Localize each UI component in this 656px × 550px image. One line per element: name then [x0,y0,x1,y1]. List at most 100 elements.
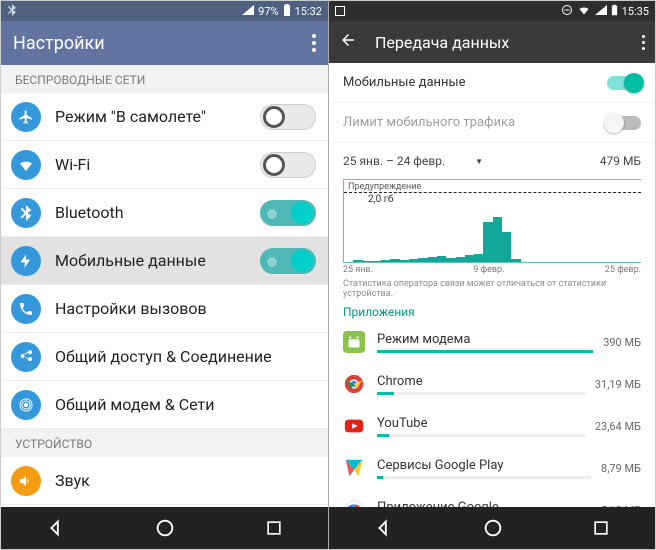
section-device: УСТРОЙСТВО [1,429,328,457]
battery-icon [283,4,291,19]
battery-pct: 97% [258,5,278,18]
dropdown-icon: ▼ [475,157,483,166]
bluetooth-icon [11,198,41,228]
apps-header: Приложения [343,305,641,319]
mobile-data-switch[interactable] [607,76,641,90]
recents-button[interactable] [264,518,284,538]
toolbar-title: Передача данных [375,33,509,52]
axis-tick: 9 февр. [473,265,504,275]
period-amount: 479 МБ [600,154,641,168]
app-name: YouTube [377,416,585,431]
page-title: Настройки [13,33,105,54]
row-airplane[interactable]: Режим "В самолете" [1,93,328,141]
row-label: Bluetooth [55,203,260,222]
toolbar: Передача данных [329,21,655,63]
warning-label: Предупреждение [348,182,421,192]
wifi-icon [11,150,41,180]
recents-button[interactable] [591,518,611,538]
row-wifi[interactable]: Wi-Fi [1,141,328,189]
row-label: Режим "В самолете" [55,107,260,126]
status-time: 15:35 [622,5,649,18]
airplane-icon [11,102,41,132]
app-icon [343,415,365,437]
period-range: 25 янв. – 24 февр. [343,154,445,168]
mobile-data-toggle-row[interactable]: Мобильные данные [329,63,655,103]
app-name: Chrome [377,374,585,389]
warning-line[interactable]: Предупреждение 2,0 гб [344,192,641,193]
overflow-menu-icon[interactable] [312,34,316,52]
app-row[interactable]: Режим модема 390 МБ [329,321,655,363]
row-sound[interactable]: Звук [1,457,328,505]
row-label: Звук [55,471,316,490]
app-size: 8,79 МБ [601,462,641,475]
app-icon [343,331,365,353]
tether-icon [11,390,41,420]
wifi-switch[interactable] [260,152,316,178]
status-time: 15:32 [295,5,322,18]
app-row[interactable]: YouTube 23,64 МБ [329,405,655,447]
row-bluetooth[interactable]: Bluetooth [1,189,328,237]
row-label: Общий модем & Сети [55,395,316,414]
back-button[interactable] [373,517,395,539]
row-label: Мобильные данные [55,251,260,270]
app-usage-bar [377,434,585,437]
mobile-data-icon [11,246,41,276]
operator-note: Статистика оператора связи может отличат… [343,279,641,299]
screenshot-icon [335,6,345,16]
app-row[interactable]: Сервисы Google Play 8,79 МБ [329,447,655,489]
airplane-switch[interactable] [260,104,316,130]
app-icon [343,373,365,395]
nav-bar [1,507,328,549]
row-label: Wi-Fi [55,155,260,174]
usage-chart: Предупреждение 2,0 гб [343,179,641,263]
app-usage-bar [377,392,585,395]
app-row[interactable]: Chrome 31,19 МБ [329,363,655,405]
home-button[interactable] [482,517,504,539]
axis-tick: 25 янв. [343,265,373,275]
bluetooth-status-icon [7,4,17,19]
nav-bar [329,507,655,549]
row-share[interactable]: Общий доступ & Соединение [1,333,328,381]
row-calls[interactable]: Настройки вызовов [1,285,328,333]
row-tether[interactable]: Общий модем & Сети [1,381,328,429]
app-size: 390 МБ [603,336,641,349]
row-label: Настройки вызовов [55,299,316,318]
sound-icon [11,466,41,496]
app-icon [343,499,365,507]
app-name: Сервисы Google Play [377,458,591,473]
limit-toggle-row[interactable]: Лимит мобильного трафика [329,103,655,143]
app-usage-bar [377,476,591,479]
app-name: Режим модема [377,332,593,347]
toggle-label: Мобильные данные [343,75,466,90]
phone-icon [11,294,41,324]
app-size: 31,19 МБ [595,378,641,391]
limit-switch[interactable] [607,116,641,130]
status-bar: 97% 15:32 [1,1,328,21]
share-icon [11,342,41,372]
app-usage-bar [377,350,593,353]
wifi-icon [577,4,591,19]
toggle-label: Лимит мобильного трафика [343,115,515,130]
section-wireless: БЕСПРОВОДНЫЕ СЕТИ [1,65,328,93]
warning-value: 2,0 гб [368,194,393,205]
chart-axis: 25 янв. 9 февр. 25 февр. [343,265,641,275]
app-name: Приложение Google [377,500,591,508]
axis-tick: 25 февр. [605,265,641,275]
battery-icon [611,4,618,19]
row-mobile-data[interactable]: Мобильные данные [1,237,328,285]
mobile-data-switch[interactable] [260,248,316,274]
back-button[interactable] [45,517,67,539]
signal-icon [242,5,254,18]
app-row[interactable]: Приложение Google5,18 МБ [329,489,655,507]
home-button[interactable] [154,517,176,539]
period-selector[interactable]: 25 янв. – 24 февр. ▼ 479 МБ [329,143,655,179]
donotdisturb-icon [561,4,573,19]
settings-header: Настройки [1,21,328,65]
app-icon [343,457,365,479]
overflow-menu-icon[interactable] [642,35,645,50]
status-bar: 15:35 [329,1,655,21]
app-size: 23,64 МБ [595,420,641,433]
row-label: Общий доступ & Соединение [55,347,316,366]
back-icon[interactable] [339,31,357,53]
bluetooth-switch[interactable] [260,200,316,226]
